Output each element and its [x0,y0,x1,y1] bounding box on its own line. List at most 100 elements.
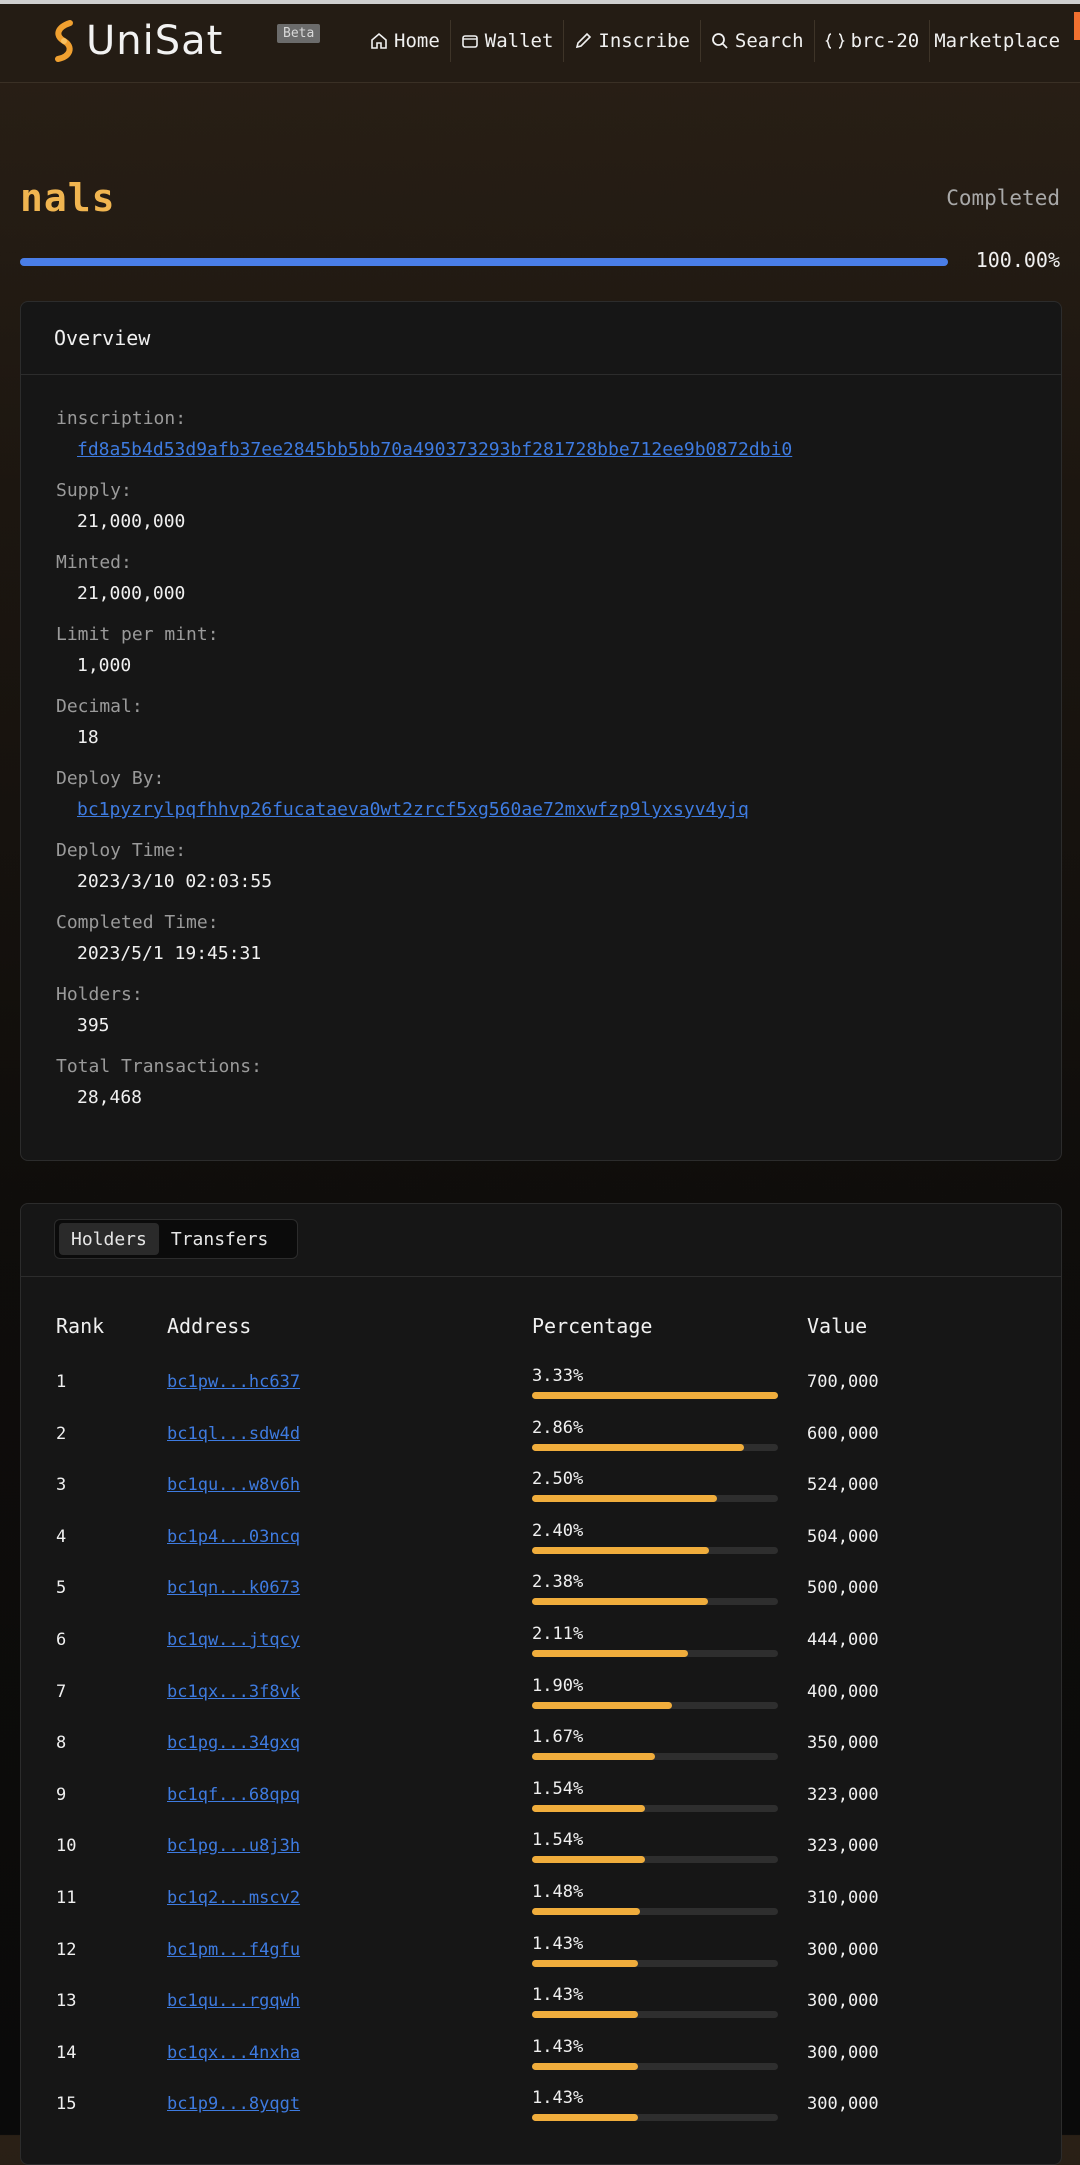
rank-cell: 13 [56,1991,77,2012]
percentage-text: 2.86% [532,1417,584,1438]
field-value: 18 [77,727,99,748]
holders-tabs: Holders Transfers [54,1219,298,1259]
address-link[interactable]: bc1q2...mscv2 [167,1888,300,1908]
value-cell: 400,000 [807,1681,879,1702]
address-link[interactable]: bc1pg...u8j3h [167,1836,300,1856]
table-row: 12 bc1pm...f4gfu 1.43% 300,000 [21,1930,1061,1982]
address-link[interactable]: bc1p4...03ncq [167,1527,300,1547]
rank-cell: 14 [56,2042,77,2063]
unisat-logo[interactable]: UniSat [50,18,223,64]
column-header-rank: Rank [56,1314,105,1338]
address-link[interactable]: bc1qx...4nxha [167,2043,300,2063]
percentage-bar-fill [532,1495,717,1503]
nav-accent-mark [1074,12,1080,40]
nav-home-label: Home [394,30,440,52]
rank-cell: 11 [56,1888,77,1908]
percentage-bar [532,1392,778,1399]
address-link[interactable]: bc1pg...34gxq [167,1733,300,1753]
percentage-bar-fill [532,1598,708,1606]
nav-search-label: Search [734,30,804,52]
nav-inscribe[interactable]: Inscribe [564,20,700,62]
table-row: 11 bc1q2...mscv2 1.48% 310,000 [21,1878,1061,1930]
nav-search[interactable]: Search [701,20,814,62]
overview-field: Deploy Time: 2023/3/10 02:03:55 [56,840,272,892]
rank-cell: 5 [56,1578,67,1599]
overview-field: Supply: 21,000,000 [56,480,185,532]
percentage-bar-fill [532,1959,638,1967]
overview-field: inscription: fd8a5b4d53d9afb37ee2845bb5bb… [56,408,792,460]
tab-transfers[interactable]: Transfers [159,1223,281,1255]
address-link[interactable]: bc1ql...sdw4d [167,1424,300,1444]
field-value-link[interactable]: fd8a5b4d53d9afb37ee2845bb5bb70a490373293… [77,439,792,460]
pencil-icon [576,32,592,49]
value-cell: 444,000 [807,1630,879,1650]
percentage-text: 1.43% [532,1933,584,1954]
field-value: 2023/5/1 19:45:31 [77,943,262,964]
value-cell: 700,000 [807,1372,879,1392]
percentage-bar [532,1959,778,1967]
nav-brc20[interactable]: brc-20 [815,20,930,62]
percentage-text: 1.43% [532,2036,584,2057]
percentage-bar [532,2114,778,2122]
mint-progress-bar [20,258,948,266]
percentage-bar-fill [532,1856,646,1864]
nav-menu: Home Wallet Inscribe Search brc-20 Marke… [360,18,1070,64]
field-label: Holders: [56,984,143,1005]
percentage-text: 1.43% [532,2088,584,2109]
percentage-bar [532,2011,778,2019]
address-link[interactable]: bc1qn...k0673 [167,1578,300,1598]
field-value: 395 [77,1015,110,1036]
nav-home[interactable]: Home [360,20,450,62]
percentage-text: 1.67% [532,1727,584,1748]
table-row: 6 bc1qw...jtqcy 2.11% 444,000 [21,1620,1061,1672]
percentage-bar [532,1753,778,1761]
value-cell: 500,000 [807,1578,879,1599]
nav-marketplace[interactable]: Marketplace [930,20,1070,62]
column-header-address: Address [167,1314,252,1338]
percentage-bar-fill [532,1392,778,1399]
tab-holders[interactable]: Holders [59,1223,159,1255]
value-cell: 300,000 [807,1939,879,1960]
search-icon [712,33,728,49]
percentage-bar [532,1443,778,1451]
field-label: Completed Time: [56,912,219,933]
percentage-bar [532,1856,778,1864]
address-link[interactable]: bc1qf...68qpq [167,1785,300,1805]
address-link[interactable]: bc1qx...3f8vk [167,1682,300,1702]
percentage-bar [532,1804,778,1812]
field-label: inscription: [56,408,187,429]
address-link[interactable]: bc1pw...hc637 [167,1372,300,1392]
address-link[interactable]: bc1pm...f4gfu [167,1940,300,1960]
field-label: Total Transactions: [56,1056,262,1077]
address-link[interactable]: bc1p9...8yqgt [167,2094,300,2114]
table-row: 7 bc1qx...3f8vk 1.90% 400,000 [21,1672,1061,1724]
overview-field: Limit per mint: 1,000 [56,624,219,676]
value-cell: 323,000 [807,1836,879,1857]
percentage-bar-fill [532,1443,744,1451]
column-header-value: Value [807,1314,868,1338]
address-link[interactable]: bc1qu...rgqwh [167,1991,300,2011]
percentage-bar-fill [532,1908,641,1915]
field-value-link[interactable]: bc1pyzrylpqfhhvp26fucataeva0wt2zrcf5xg56… [77,799,749,820]
percentage-bar-fill [532,1650,689,1657]
holders-card: Holders Transfers Rank Address Percentag… [20,1203,1062,2165]
address-link[interactable]: bc1qu...w8v6h [167,1475,300,1495]
percentage-bar [532,1908,778,1915]
address-link[interactable]: bc1qw...jtqcy [167,1630,300,1650]
table-row: 2 bc1ql...sdw4d 2.86% 600,000 [21,1414,1061,1466]
overview-field: Decimal: 18 [56,696,143,748]
percentage-bar [532,1650,778,1657]
field-label: Deploy Time: [56,840,187,861]
rank-cell: 1 [56,1372,67,1392]
rank-cell: 2 [56,1423,67,1444]
home-icon [371,32,387,49]
field-label: Deploy By: [56,768,165,789]
nav-wallet[interactable]: Wallet [451,20,564,62]
table-row: 10 bc1pg...u8j3h 1.54% 323,000 [21,1826,1061,1878]
percentage-text: 2.40% [532,1520,584,1541]
table-row: 8 bc1pg...34gxq 1.67% 350,000 [21,1723,1061,1775]
mint-progress-text: 100.00% [975,248,1060,272]
rank-cell: 8 [56,1733,67,1754]
mint-progress-fill [20,258,948,266]
rank-cell: 3 [56,1475,67,1496]
